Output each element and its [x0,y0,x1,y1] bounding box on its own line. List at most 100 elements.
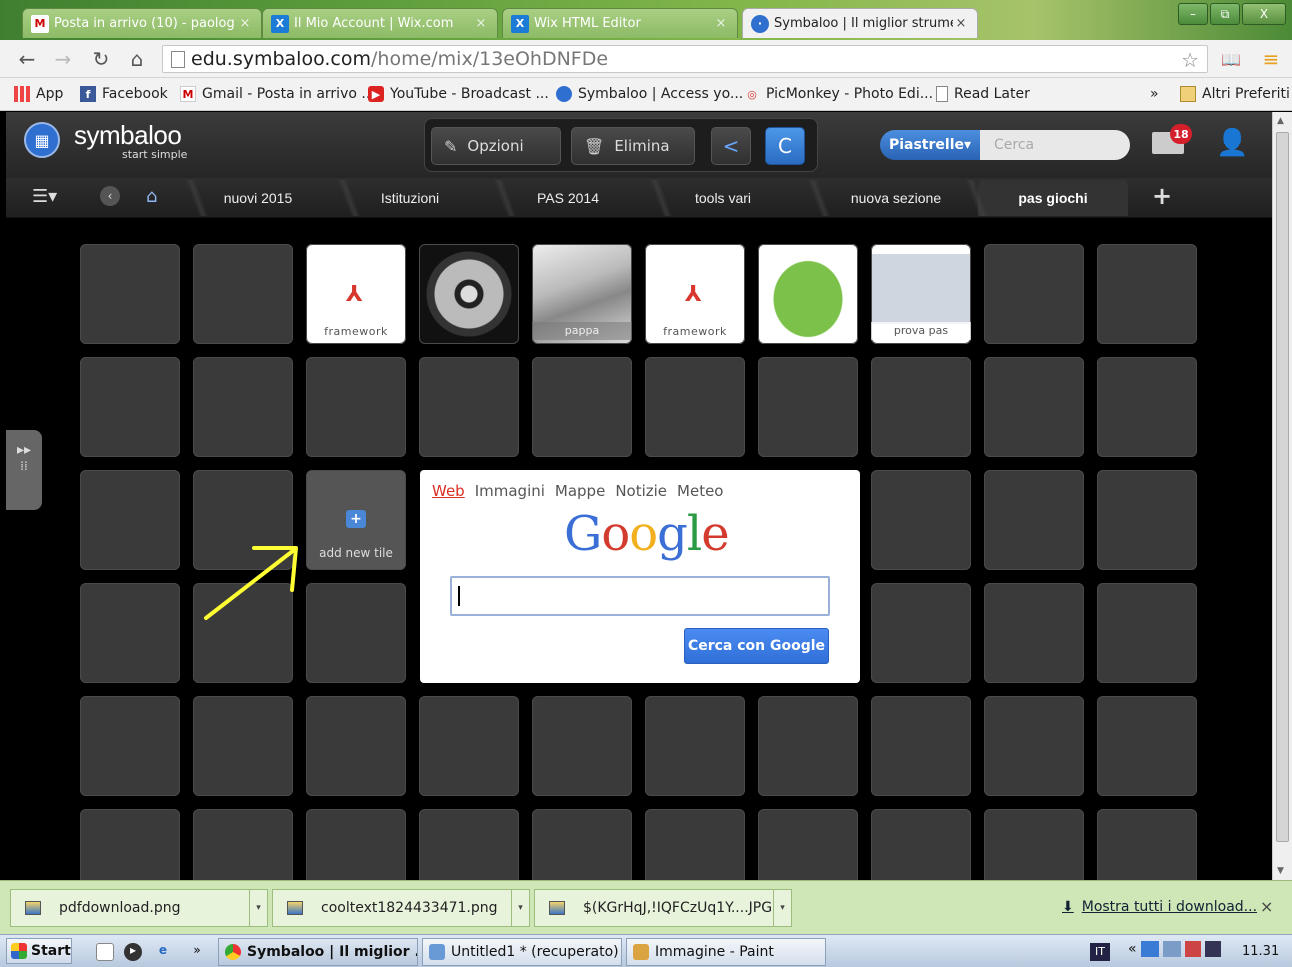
empty-tile[interactable] [984,583,1084,683]
empty-tile[interactable] [193,809,293,880]
other-bookmarks[interactable]: Altri Preferiti [1180,86,1290,102]
tile-wheel-image[interactable] [419,244,519,344]
scroll-down-icon[interactable]: ▼ [1277,866,1284,876]
empty-tile[interactable] [532,696,632,796]
delete-button[interactable]: 🗑 Elimina [571,127,695,165]
sidebar-handle[interactable]: ▸▸ ⁞⁞ [6,430,42,510]
bookmark-star-icon[interactable]: ☆ [1181,48,1199,72]
bookmark-picmonkey[interactable]: ◎ PicMonkey - Photo Edi... [744,86,933,102]
add-tab-button[interactable]: + [1152,182,1172,210]
taskbar-item-paint[interactable]: Immagine - Paint [626,938,826,966]
google-search-input[interactable] [450,576,830,616]
browser-tab-gmail[interactable]: M Posta in arrivo (10) - paolog × [22,8,262,38]
tile-framework-pdf[interactable]: ⅄ framework [306,244,406,344]
google-link-web[interactable]: Web [432,482,465,500]
chevron-down-icon[interactable]: ▾ [249,890,267,926]
empty-tile[interactable] [306,357,406,457]
empty-tile[interactable] [1097,809,1197,880]
close-window-button[interactable]: X [1242,3,1286,25]
empty-tile[interactable] [80,809,180,880]
document-icon[interactable] [96,943,114,961]
chevron-down-icon[interactable]: ▾ [511,890,529,926]
empty-tile[interactable] [645,357,745,457]
empty-tile[interactable] [532,809,632,880]
menu-icon[interactable]: ≡ [1258,46,1284,72]
empty-tile[interactable] [871,470,971,570]
bookmark-symbaloo[interactable]: Symbaloo | Access yo... [556,86,743,102]
webmix-tab[interactable]: PAS 2014 [506,180,630,216]
empty-tile[interactable] [758,357,858,457]
empty-tile[interactable] [871,357,971,457]
empty-tile[interactable] [80,357,180,457]
empty-tile[interactable] [1097,470,1197,570]
bookmark-facebook[interactable]: f Facebook [80,86,168,102]
webmix-tab[interactable]: nuovi 2015 [198,180,318,216]
tile-framework-pdf[interactable]: ⅄ framework [645,244,745,344]
scroll-up-icon[interactable]: ▲ [1277,116,1284,126]
empty-tile[interactable] [758,809,858,880]
tiles-dropdown[interactable]: Piastrelle▾ [880,130,980,160]
reading-mode-icon[interactable]: 📖 [1218,46,1244,72]
options-button[interactable]: ✎ Opzioni [431,127,561,165]
empty-tile[interactable] [645,696,745,796]
empty-tile[interactable] [984,809,1084,880]
start-button[interactable]: Start [6,938,72,964]
google-link-images[interactable]: Immagini [475,482,545,500]
browser-tab-wix-editor[interactable]: X Wix HTML Editor × [502,8,738,38]
close-downloads-button[interactable]: × [1260,897,1273,916]
webmix-tab[interactable]: nuova sezione [820,180,972,216]
bookmark-gmail[interactable]: M Gmail - Posta in arrivo ... [180,86,375,102]
close-tab-icon[interactable]: × [473,16,489,31]
empty-tile[interactable] [532,357,632,457]
empty-tile[interactable] [80,244,180,344]
tray-expand[interactable]: « [1128,941,1137,957]
bookmark-read-later[interactable]: Read Later [936,86,1030,102]
list-menu-icon[interactable]: ☰▾ [32,186,57,207]
google-search-button[interactable]: Cerca con Google [684,628,829,664]
close-tab-icon[interactable]: × [953,16,969,31]
media-player-icon[interactable]: ▸ [124,943,142,961]
address-bar[interactable]: edu.symbaloo.com/home/mix/13eOhDNFDe ☆ [162,45,1208,73]
empty-tile[interactable] [80,470,180,570]
empty-tile[interactable] [419,809,519,880]
empty-tile[interactable] [193,696,293,796]
symbaloo-logo-icon[interactable]: ▦ [24,122,60,158]
empty-tile[interactable] [645,809,745,880]
taskbar-item-chrome[interactable]: Symbaloo | Il miglior ... [218,938,418,966]
download-item[interactable]: pdfdownload.png ▾ [10,889,268,927]
tile-frog-image[interactable] [758,244,858,344]
language-indicator[interactable]: IT [1090,943,1110,961]
empty-tile[interactable] [1097,357,1197,457]
home-icon[interactable]: ⌂ [146,186,157,207]
quicklaunch-more[interactable]: » [188,943,206,961]
empty-tile[interactable] [80,583,180,683]
browser-tab-symbaloo[interactable]: · Symbaloo | Il miglior strumen × [742,8,978,38]
empty-tile[interactable] [984,244,1084,344]
symbaloo-search-input[interactable]: Cerca [980,130,1130,160]
add-new-tile[interactable]: + add new tile [306,470,406,570]
empty-tile[interactable] [871,583,971,683]
empty-tile[interactable] [984,357,1084,457]
empty-tile[interactable] [1097,244,1197,344]
empty-tile[interactable] [758,696,858,796]
show-all-downloads-link[interactable]: ⬇ Mostra tutti i download... [1062,899,1257,915]
empty-tile[interactable] [193,357,293,457]
empty-tile[interactable] [193,244,293,344]
scroll-thumb[interactable] [1276,132,1289,842]
forward-arrow-icon[interactable]: → [50,46,76,72]
chevron-down-icon[interactable]: ▾ [773,890,791,926]
tile-pappa[interactable]: pappa [532,244,632,344]
minimize-button[interactable]: – [1178,3,1208,25]
download-item[interactable]: cooltext1824433471.png ▾ [272,889,530,927]
download-item[interactable]: $(KGrHqJ,!IQFCzUq1Y....JPG ▾ [534,889,792,927]
empty-tile[interactable] [871,696,971,796]
webmix-tab-active[interactable]: pas giochi [978,180,1128,216]
tray-icons[interactable] [1141,941,1222,957]
empty-tile[interactable] [1097,696,1197,796]
chevron-left-icon[interactable]: ‹ [100,186,120,206]
empty-tile[interactable] [419,696,519,796]
taskbar-item-untitled[interactable]: Untitled1 * (recuperato) ... [422,938,622,966]
empty-tile[interactable] [80,696,180,796]
empty-tile[interactable] [306,583,406,683]
empty-tile[interactable] [306,696,406,796]
